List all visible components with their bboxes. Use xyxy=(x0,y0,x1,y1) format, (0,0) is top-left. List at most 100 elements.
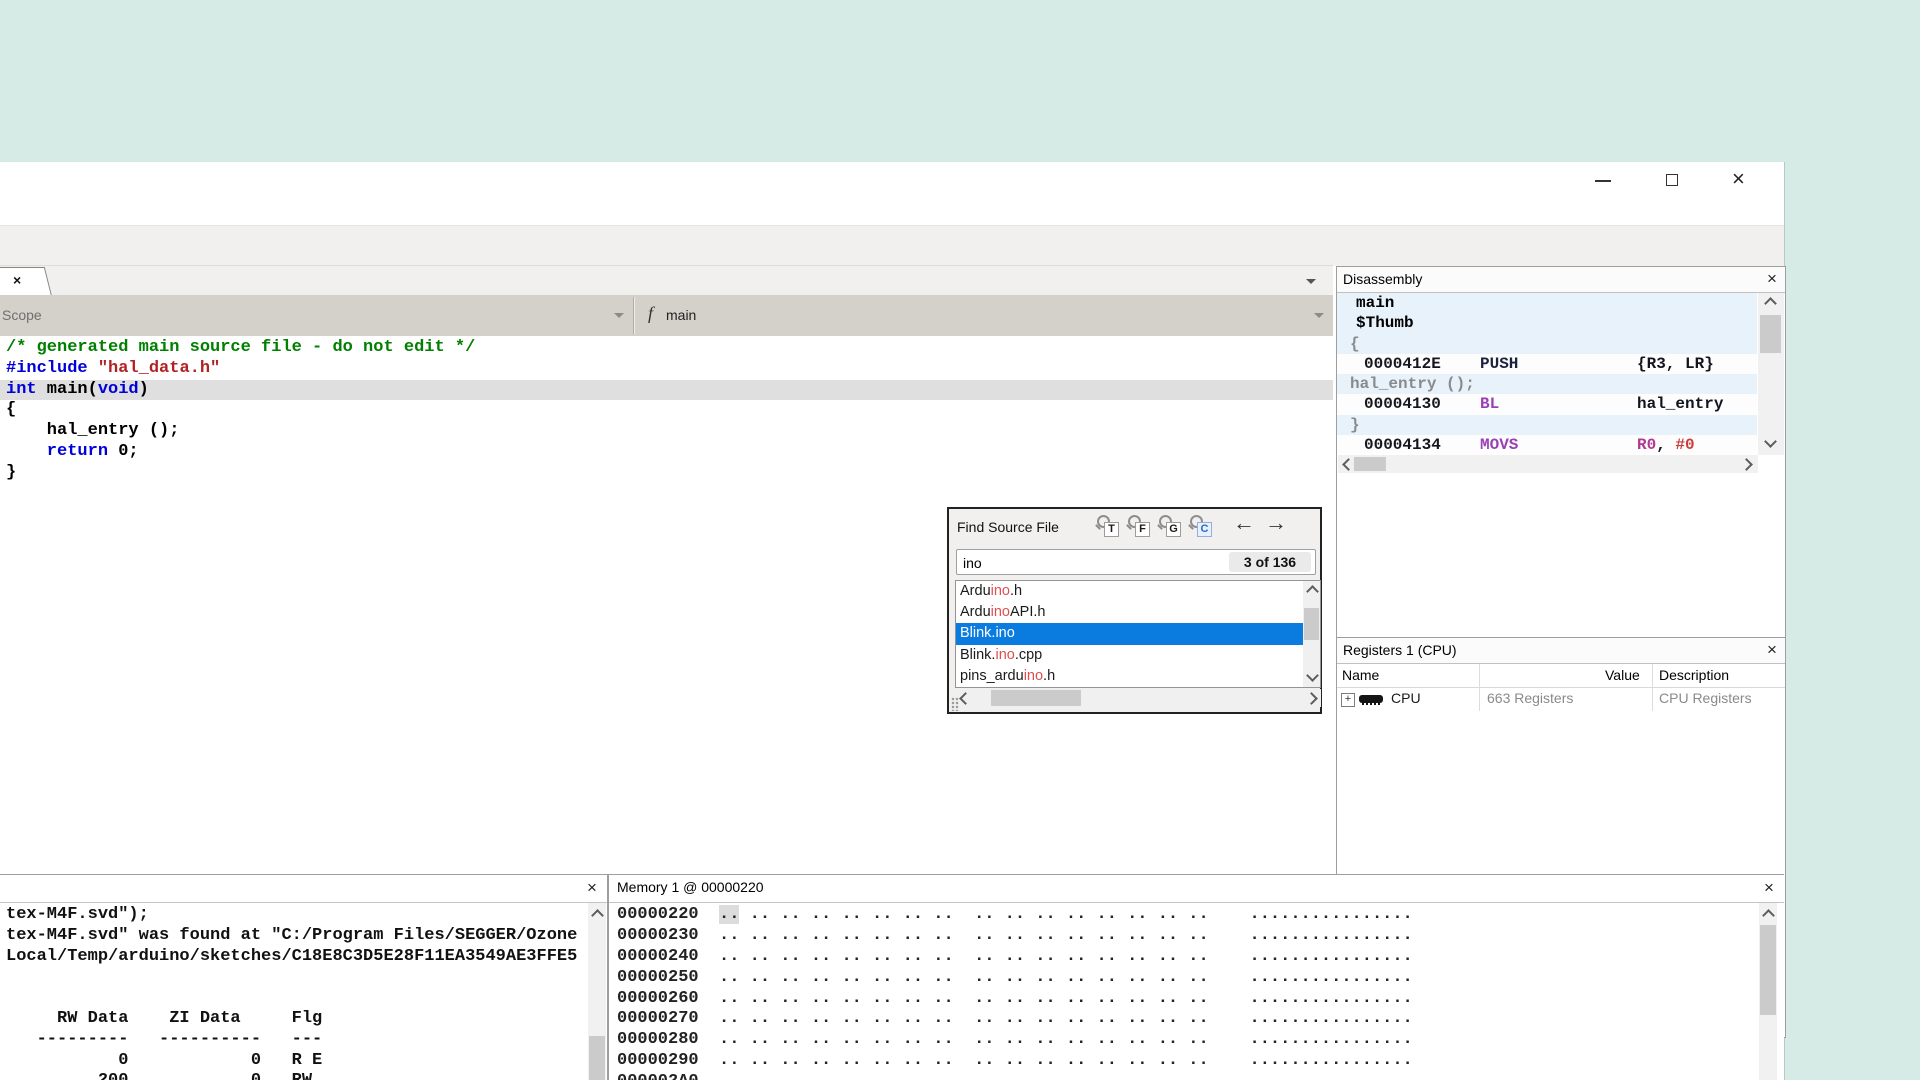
disassembly-instruction-row[interactable]: 00004134MOVSR0, #0 xyxy=(1337,435,1757,453)
memory-row[interactable]: 00000240 .. .. .. .. .. .. .. .. .. .. .… xyxy=(617,947,1413,968)
find-list-hscrollbar[interactable] xyxy=(955,689,1321,707)
memory-rows: 00000220 .. .. .. .. .. .. .. .. .. .. .… xyxy=(617,905,1413,1080)
memory-row[interactable]: 00000220 .. .. .. .. .. .. .. .. .. .. .… xyxy=(617,905,1413,926)
toolbar-strip xyxy=(0,225,1784,266)
console-line xyxy=(6,988,586,1009)
find-prev-icon[interactable]: ← xyxy=(1233,510,1255,536)
registers-header: Name Value Description xyxy=(1337,664,1785,688)
title-bar: × xyxy=(0,162,1784,225)
find-result-item[interactable]: ArduinoAPI.h xyxy=(956,602,1320,623)
memory-row[interactable]: 00000250 .. .. .. .. .. .. .. .. .. .. .… xyxy=(617,968,1413,989)
registers-col-description: Description xyxy=(1659,667,1729,683)
expand-icon[interactable]: + xyxy=(1341,693,1355,707)
restore-button[interactable] xyxy=(1648,162,1694,202)
find-search-field: 3 of 136 xyxy=(956,549,1316,575)
desktop: × × Scope f main /* ge xyxy=(0,0,1920,1080)
find-result-item[interactable]: pins_arduino.h xyxy=(956,666,1320,687)
memory-title: Memory 1 @ 00000220 xyxy=(617,879,764,895)
disassembly-instruction-row[interactable]: 00004130BLhal_entry xyxy=(1337,394,1757,414)
memory-row[interactable]: 000002A0 .. .. .. .. .. .. .. .. .. .. .… xyxy=(617,1072,1413,1080)
app-window: × × Scope f main /* ge xyxy=(0,162,1785,1080)
close-icon: × xyxy=(1732,165,1745,193)
code-line: hal_entry (); xyxy=(0,421,1333,442)
find-filter-c-button[interactable]: C xyxy=(1188,513,1213,540)
disassembly-title-bar: Disassembly × xyxy=(1337,267,1785,293)
find-result-item[interactable]: Blink.ino xyxy=(956,623,1320,644)
find-next-icon[interactable]: → xyxy=(1265,510,1287,536)
disassembly-label-row: main xyxy=(1337,293,1757,313)
code-line: return 0; xyxy=(0,442,1333,463)
console-close-icon[interactable]: × xyxy=(583,877,601,897)
scope-dropdown-icon xyxy=(614,313,624,318)
minimize-button[interactable] xyxy=(1580,162,1626,202)
console-line: RW Data ZI Data Flg xyxy=(6,1009,586,1030)
function-dropdown-icon xyxy=(1314,313,1324,318)
memory-row[interactable]: 00000270 .. .. .. .. .. .. .. .. .. .. .… xyxy=(617,1009,1413,1030)
code-lines: /* generated main source file - do not e… xyxy=(0,336,1333,484)
function-icon: f xyxy=(648,303,653,324)
find-filter-f-button[interactable]: F xyxy=(1126,513,1151,540)
find-result-item[interactable]: Arduino.h xyxy=(956,581,1320,602)
memory-close-icon[interactable]: × xyxy=(1760,877,1778,897)
disassembly-rows: main$Thumb{0000412EPUSH{R3, LR}hal_entry… xyxy=(1337,293,1757,453)
console-line: 200 0 RW xyxy=(6,1071,586,1080)
disassembly-panel: Disassembly × main$Thumb{0000412EPUSH{R3… xyxy=(1336,266,1786,639)
find-dialog-title: Find Source File xyxy=(957,519,1059,535)
function-name: main xyxy=(666,307,696,323)
disassembly-source-row: } xyxy=(1337,415,1757,435)
find-result-items: Arduino.hArduinoAPI.hBlink.inoBlink.ino.… xyxy=(956,581,1320,687)
memory-header: Memory 1 @ 00000220 × xyxy=(609,875,1784,903)
registers-close-icon[interactable]: × xyxy=(1763,639,1781,659)
memory-row[interactable]: 00000230 .. .. .. .. .. .. .. .. .. .. .… xyxy=(617,926,1413,947)
console-panel: × tex-M4F.svd");tex-M4F.svd" was found a… xyxy=(0,875,607,1080)
disassembly-instruction-row[interactable]: 0000412EPUSH{R3, LR} xyxy=(1337,354,1757,374)
find-results-list: Arduino.hArduinoAPI.hBlink.inoBlink.ino.… xyxy=(955,580,1321,688)
find-source-file-dialog: Find Source File TFGC ← → 3 of 136 Ardui… xyxy=(947,507,1322,714)
console-header: × xyxy=(0,875,607,903)
memory-vscrollbar[interactable] xyxy=(1759,903,1777,1080)
memory-row[interactable]: 00000290 .. .. .. .. .. .. .. .. .. .. .… xyxy=(617,1051,1413,1072)
tab-list-dropdown-icon[interactable] xyxy=(1306,279,1316,284)
registers-title: Registers 1 (CPU) xyxy=(1343,642,1457,658)
code-line: { xyxy=(0,400,1333,421)
register-name: CPU xyxy=(1391,690,1421,706)
find-search-input[interactable] xyxy=(961,551,1225,574)
restore-icon xyxy=(1666,174,1678,186)
function-dropdown[interactable]: f main xyxy=(636,295,1332,336)
code-line: } xyxy=(0,463,1333,484)
disassembly-source-row: hal_entry (); xyxy=(1337,374,1757,394)
cpu-chip-icon xyxy=(1359,695,1383,703)
editor-tab-bar: × xyxy=(0,265,1333,296)
find-filter-g-button[interactable]: G xyxy=(1157,513,1182,540)
disassembly-close-icon[interactable]: × xyxy=(1763,268,1781,288)
console-vscrollbar[interactable] xyxy=(588,903,606,1080)
console-line: 0 0 R E xyxy=(6,1051,586,1072)
editor-tab[interactable]: × xyxy=(0,267,52,296)
disassembly-source-row: { xyxy=(1337,334,1757,354)
tab-close-icon[interactable]: × xyxy=(13,272,21,288)
disassembly-hscrollbar[interactable] xyxy=(1338,455,1758,473)
console-line: Local/Temp/arduino/sketches/C18E8C3D5E28… xyxy=(6,947,586,968)
editor-toolbar: Scope f main xyxy=(0,295,1333,337)
memory-row[interactable]: 00000260 .. .. .. .. .. .. .. .. .. .. .… xyxy=(617,989,1413,1010)
memory-row[interactable]: 00000280 .. .. .. .. .. .. .. .. .. .. .… xyxy=(617,1030,1413,1051)
resize-grip[interactable] xyxy=(951,697,959,711)
registers-row-cpu[interactable]: + CPU 663 Registers CPU Registers xyxy=(1337,687,1785,711)
minimize-icon xyxy=(1595,180,1611,182)
scope-label: Scope xyxy=(2,307,42,323)
code-line: int main(void) xyxy=(0,380,1333,401)
registers-col-value: Value xyxy=(1605,667,1645,683)
disassembly-vscrollbar[interactable] xyxy=(1758,293,1784,455)
disassembly-title: Disassembly xyxy=(1343,271,1422,287)
console-line: tex-M4F.svd"); xyxy=(6,905,586,926)
find-result-item[interactable]: Blink.ino.cpp xyxy=(956,645,1320,666)
scope-dropdown[interactable]: Scope xyxy=(0,295,632,336)
find-filter-buttons: TFGC xyxy=(1095,513,1219,543)
registers-title-bar: Registers 1 (CPU) × xyxy=(1337,638,1785,664)
find-list-vscrollbar[interactable] xyxy=(1303,581,1320,687)
register-description: CPU Registers xyxy=(1659,690,1752,706)
console-line: --------- ---------- --- xyxy=(6,1030,586,1051)
close-button[interactable]: × xyxy=(1718,162,1764,202)
toolbar-separator xyxy=(633,297,635,334)
find-filter-t-button[interactable]: T xyxy=(1095,513,1120,540)
